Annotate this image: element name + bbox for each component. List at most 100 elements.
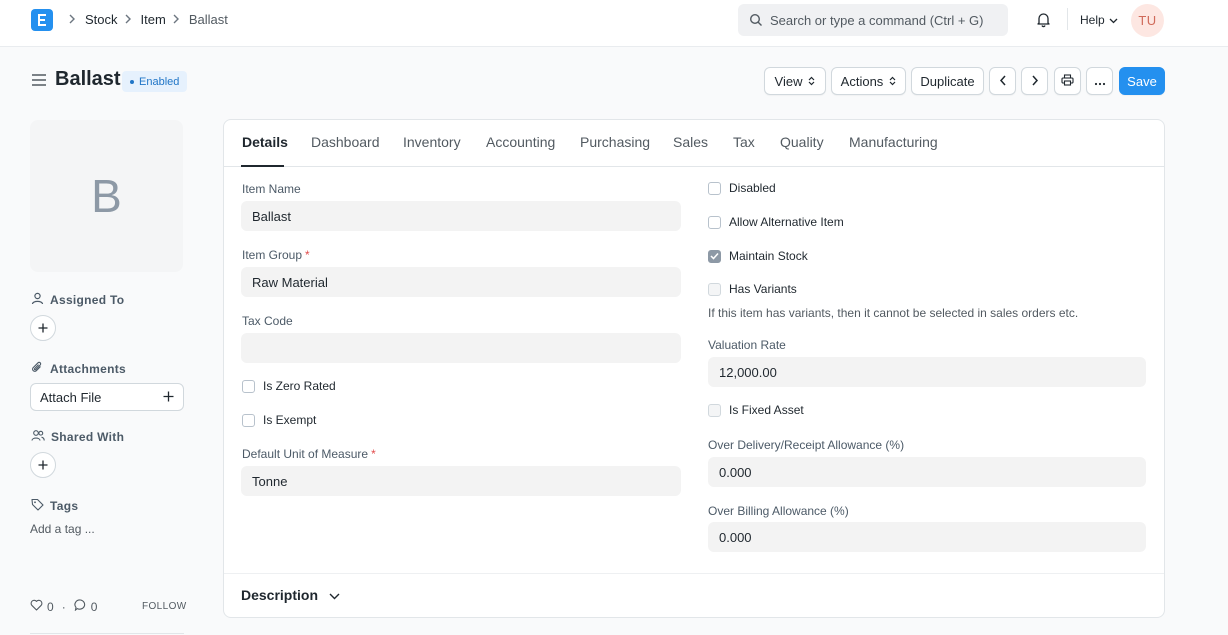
plus-icon (163, 390, 174, 405)
item-form-card: Details Dashboard Inventory Accounting P… (223, 119, 1165, 618)
add-tag-link[interactable]: Add a tag ... (30, 522, 95, 536)
breadcrumb-item[interactable]: Item (141, 12, 166, 27)
comments-count: 0 (90, 599, 98, 614)
help-dropdown[interactable]: Help (1080, 13, 1118, 27)
plus-icon (38, 321, 48, 336)
assigned-to-label: Assigned To (50, 293, 125, 307)
attach-file-label: Attach File (40, 389, 102, 405)
ellipsis-icon (1094, 74, 1106, 89)
active-tab-indicator (241, 165, 284, 167)
item-image-placeholder[interactable]: B (30, 120, 183, 272)
add-assignee-button[interactable] (30, 315, 56, 341)
tab-manufacturing[interactable]: Manufacturing (849, 134, 938, 150)
disabled-label: Disabled (729, 181, 776, 195)
is-exempt-checkbox[interactable]: Is Exempt (242, 413, 316, 427)
disabled-checkbox[interactable]: Disabled (708, 181, 776, 195)
add-share-button[interactable] (30, 452, 56, 478)
breadcrumb-current[interactable]: Ballast (189, 12, 228, 27)
next-record-button[interactable] (1021, 67, 1048, 95)
print-button[interactable] (1054, 67, 1081, 95)
tab-inventory[interactable]: Inventory (403, 134, 461, 150)
chevron-right-icon (124, 14, 132, 24)
follow-button[interactable]: FOLLOW (142, 601, 187, 612)
app-logo[interactable] (31, 9, 53, 31)
view-button[interactable]: View (764, 67, 826, 95)
user-icon (31, 292, 44, 308)
form-tabs: Details Dashboard Inventory Accounting P… (224, 120, 1164, 167)
maintain-stock-label: Maintain Stock (729, 249, 808, 263)
required-asterisk: * (371, 447, 376, 461)
item-group-label-text: Item Group (242, 248, 303, 262)
required-asterisk: * (305, 248, 310, 262)
breadcrumb-stock[interactable]: Stock (85, 12, 118, 27)
item-group-label: Item Group * (242, 248, 310, 262)
paperclip-icon (31, 361, 44, 377)
sidebar-divider (30, 633, 184, 634)
tax-code-field[interactable] (241, 333, 681, 363)
description-section-label: Description (241, 587, 319, 603)
previous-record-button[interactable] (989, 67, 1016, 95)
navbar-divider (1067, 8, 1068, 30)
is-fixed-asset-checkbox[interactable]: Is Fixed Asset (708, 403, 804, 417)
comment-icon[interactable] (74, 599, 87, 614)
status-badge: Enabled (122, 71, 188, 92)
users-icon (31, 429, 45, 445)
uom-label-text: Default Unit of Measure (242, 447, 369, 461)
user-avatar[interactable]: TU (1131, 4, 1164, 37)
checkbox-box[interactable] (708, 403, 721, 417)
checkbox-box-checked[interactable] (708, 249, 721, 263)
chevron-right-icon (1031, 74, 1039, 89)
logo-e-icon (38, 14, 46, 26)
tab-details[interactable]: Details (242, 134, 288, 150)
help-label: Help (1080, 13, 1105, 27)
checkbox-box[interactable] (242, 413, 255, 427)
tags-label: Tags (50, 499, 79, 513)
search-input[interactable]: Search or type a command (Ctrl + G) (738, 4, 1008, 36)
likes-comments-counter: 0 · 0 (30, 599, 97, 614)
sidebar-toggle-icon[interactable] (31, 73, 47, 90)
is-exempt-label: Is Exempt (263, 413, 317, 427)
actions-label: Actions (840, 73, 884, 89)
attach-file-button[interactable]: Attach File (30, 383, 184, 411)
checkbox-box[interactable] (708, 181, 721, 195)
description-section-toggle[interactable]: Description (241, 587, 340, 603)
tab-dashboard[interactable]: Dashboard (311, 134, 380, 150)
more-options-button[interactable] (1086, 67, 1113, 95)
navbar: Stock Item Ballast Search or type a comm… (0, 0, 1228, 47)
has-variants-checkbox[interactable]: Has Variants (708, 282, 797, 296)
is-zero-rated-checkbox[interactable]: Is Zero Rated (242, 379, 336, 393)
over-delivery-field[interactable]: 0.000 (708, 457, 1146, 487)
likes-count: 0 (47, 599, 54, 614)
tab-purchasing[interactable]: Purchasing (580, 134, 650, 150)
chevron-down-icon (329, 587, 340, 603)
tab-tax[interactable]: Tax (733, 134, 755, 150)
checkbox-box[interactable] (708, 215, 721, 229)
over-billing-field[interactable]: 0.000 (708, 522, 1146, 552)
tax-code-label: Tax Code (242, 314, 293, 328)
item-group-field[interactable]: Raw Material (241, 267, 681, 297)
is-fixed-asset-label: Is Fixed Asset (729, 403, 804, 417)
status-text: Enabled (139, 75, 180, 88)
tab-sales[interactable]: Sales (673, 134, 708, 150)
allow-alternative-item-checkbox[interactable]: Allow Alternative Item (708, 215, 844, 229)
checkbox-box[interactable] (708, 282, 721, 296)
shared-with-label: Shared With (51, 430, 125, 444)
uom-field[interactable]: Tonne (241, 466, 681, 496)
breadcrumb: Stock Item Ballast (62, 0, 228, 38)
valuation-rate-label: Valuation Rate (708, 338, 786, 352)
notification-bell-icon[interactable] (1035, 11, 1052, 31)
checkbox-box[interactable] (242, 379, 255, 393)
heart-icon[interactable] (30, 599, 43, 614)
printer-icon (1061, 73, 1074, 89)
check-icon (710, 252, 719, 260)
actions-button[interactable]: Actions (831, 67, 906, 95)
tab-accounting[interactable]: Accounting (486, 134, 555, 150)
page-title: Ballast (55, 68, 121, 90)
item-name-field[interactable]: Ballast (241, 201, 681, 231)
valuation-rate-field[interactable]: 12,000.00 (708, 357, 1146, 387)
uom-label: Default Unit of Measure * (242, 447, 376, 461)
duplicate-button[interactable]: Duplicate (911, 67, 984, 95)
maintain-stock-checkbox[interactable]: Maintain Stock (708, 249, 808, 263)
tab-quality[interactable]: Quality (780, 134, 824, 150)
save-button[interactable]: Save (1119, 67, 1165, 95)
